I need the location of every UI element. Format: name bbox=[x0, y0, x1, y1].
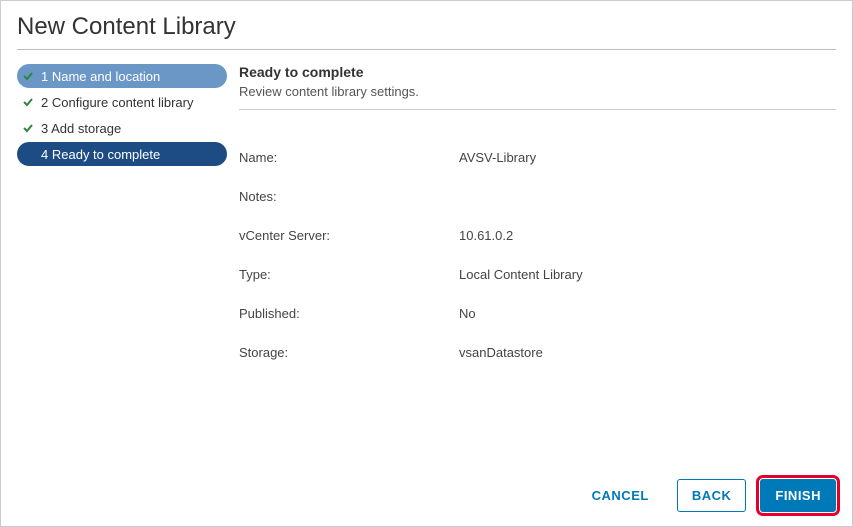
wizard-step-configure-library[interactable]: 2 Configure content library bbox=[17, 90, 227, 114]
dialog-footer: CANCEL BACK FINISH bbox=[17, 465, 836, 512]
summary-value-vcenter: 10.61.0.2 bbox=[459, 228, 836, 243]
dialog-title: New Content Library bbox=[17, 13, 836, 49]
summary-key-name: Name: bbox=[239, 150, 459, 165]
wizard-step-label: 4 Ready to complete bbox=[41, 147, 223, 162]
wizard-step-label: 1 Name and location bbox=[41, 69, 223, 84]
wizard-content: Ready to complete Review content library… bbox=[239, 64, 836, 465]
summary-key-storage: Storage: bbox=[239, 345, 459, 360]
summary-key-type: Type: bbox=[239, 267, 459, 282]
cancel-button[interactable]: CANCEL bbox=[578, 480, 663, 511]
summary-value-notes bbox=[459, 189, 836, 204]
summary-value-storage: vsanDatastore bbox=[459, 345, 836, 360]
title-divider bbox=[17, 49, 836, 50]
check-icon bbox=[21, 70, 35, 82]
check-icon bbox=[21, 96, 35, 108]
new-content-library-dialog: New Content Library 1 Name and location … bbox=[0, 0, 853, 527]
back-button[interactable]: BACK bbox=[677, 479, 747, 512]
summary-key-notes: Notes: bbox=[239, 189, 459, 204]
wizard-step-name-location[interactable]: 1 Name and location bbox=[17, 64, 227, 88]
dialog-body: 1 Name and location 2 Configure content … bbox=[17, 64, 836, 465]
summary-key-vcenter: vCenter Server: bbox=[239, 228, 459, 243]
summary-key-published: Published: bbox=[239, 306, 459, 321]
wizard-step-label: 2 Configure content library bbox=[41, 95, 223, 110]
summary-value-type: Local Content Library bbox=[459, 267, 836, 282]
wizard-step-label: 3 Add storage bbox=[41, 121, 223, 136]
summary-value-published: No bbox=[459, 306, 836, 321]
content-title: Ready to complete bbox=[239, 64, 836, 80]
summary-value-name: AVSV-Library bbox=[459, 150, 836, 165]
summary-details: Name: AVSV-Library Notes: vCenter Server… bbox=[239, 150, 836, 360]
wizard-step-ready-to-complete[interactable]: 4 Ready to complete bbox=[17, 142, 227, 166]
content-header: Ready to complete Review content library… bbox=[239, 64, 836, 110]
content-subtitle: Review content library settings. bbox=[239, 84, 836, 99]
finish-button[interactable]: FINISH bbox=[760, 479, 836, 512]
wizard-step-add-storage[interactable]: 3 Add storage bbox=[17, 116, 227, 140]
wizard-sidebar: 1 Name and location 2 Configure content … bbox=[17, 64, 227, 465]
check-icon bbox=[21, 122, 35, 134]
